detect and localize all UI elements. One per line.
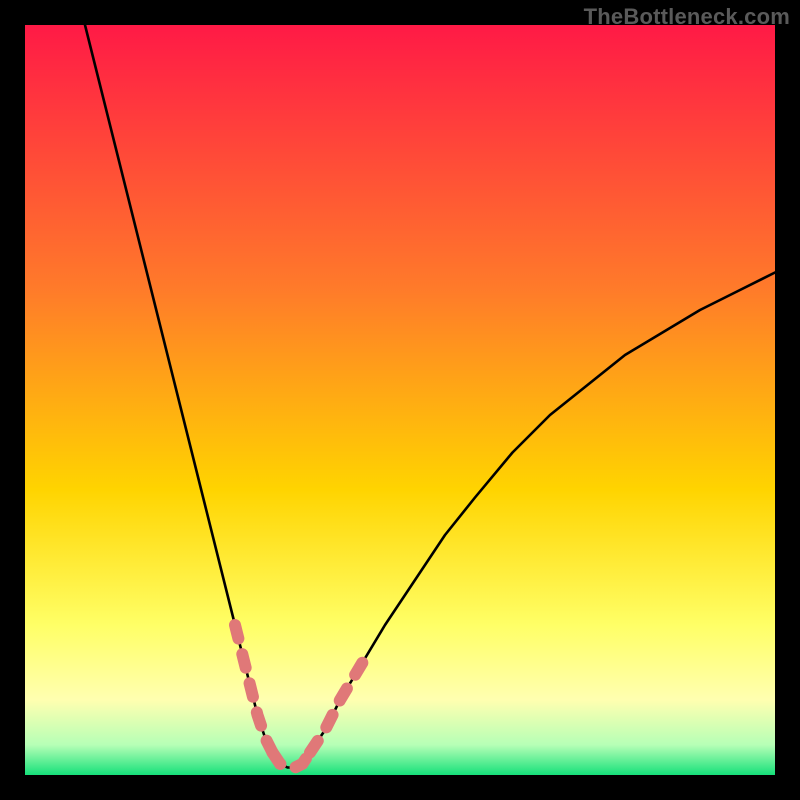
bottleneck-curve [25, 25, 775, 775]
watermark-text: TheBottleneck.com [584, 4, 790, 30]
chart-frame [25, 25, 775, 775]
highlight-segment [273, 753, 311, 768]
highlight-segment [235, 625, 273, 753]
